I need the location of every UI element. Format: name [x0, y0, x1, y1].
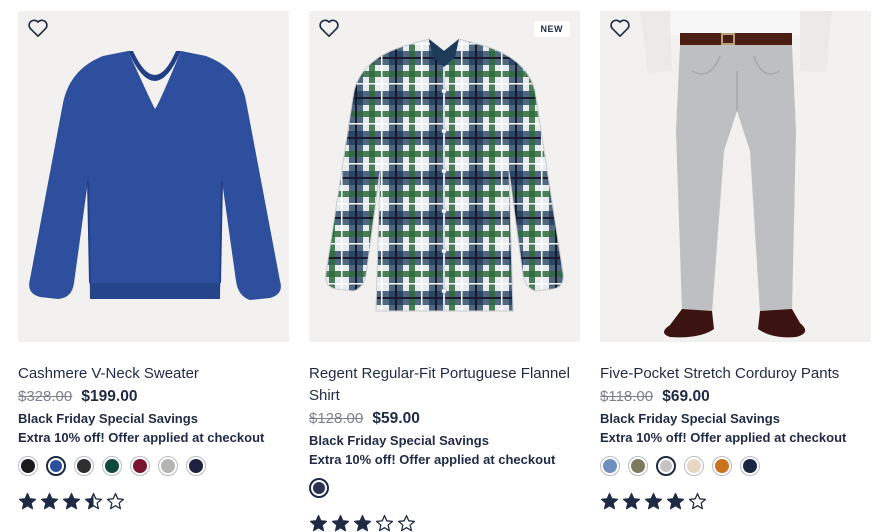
swatch-color — [743, 459, 757, 473]
swatch-color — [715, 459, 729, 473]
star-filled-icon — [331, 514, 350, 532]
color-swatches — [600, 456, 871, 476]
star-outline-icon — [397, 514, 416, 532]
sale-price: $69.00 — [662, 388, 710, 405]
color-swatch[interactable] — [600, 456, 620, 476]
color-swatch[interactable] — [46, 456, 66, 476]
sale-price: $59.00 — [372, 410, 420, 427]
star-outline-icon — [375, 514, 394, 532]
original-price: $118.00 — [600, 388, 654, 405]
star-filled-icon — [40, 492, 59, 510]
star-filled-icon — [353, 514, 372, 532]
star-filled-icon — [666, 492, 685, 510]
star-filled-icon — [600, 492, 619, 510]
color-swatch[interactable] — [628, 456, 648, 476]
color-swatch[interactable] — [684, 456, 704, 476]
swatch-color — [105, 459, 119, 473]
star-rating — [600, 492, 871, 511]
color-swatch[interactable] — [158, 456, 178, 476]
swatch-color — [687, 459, 701, 473]
star-filled-icon — [644, 492, 663, 510]
sweater-image — [18, 11, 289, 342]
price-row: $328.00 $199.00 — [18, 386, 289, 408]
original-price: $128.00 — [309, 410, 364, 427]
star-filled-icon — [18, 492, 37, 510]
product-card-cashmere-sweater[interactable]: Cashmere V-Neck Sweater $328.00 $199.00 … — [18, 11, 289, 511]
swatch-color — [313, 482, 325, 494]
product-card-flannel-shirt[interactable]: NEW Regent Regular-Fit Portuguese Flanne… — [309, 11, 580, 532]
star-rating — [309, 514, 580, 532]
price-row: $128.00 $59.00 — [309, 408, 580, 430]
star-rating — [18, 492, 289, 511]
color-swatch[interactable] — [656, 456, 676, 476]
product-name[interactable]: Five-Pocket Stretch Corduroy Pants — [600, 363, 871, 385]
heart-outline-icon[interactable] — [27, 18, 49, 38]
promo-title: Black Friday Special Savings — [18, 411, 198, 426]
swatch-color — [161, 459, 175, 473]
color-swatches — [309, 478, 580, 498]
star-filled-icon — [309, 514, 328, 532]
color-swatch[interactable] — [18, 456, 38, 476]
color-swatch[interactable] — [130, 456, 150, 476]
star-outline-icon — [106, 492, 125, 510]
color-swatch[interactable] — [740, 456, 760, 476]
star-outline-icon — [688, 492, 707, 510]
promo-text: Extra 10% off! Offer applied at checkout — [18, 430, 265, 445]
product-card-corduroy-pants[interactable]: Five-Pocket Stretch Corduroy Pants $118.… — [600, 11, 871, 511]
new-badge: NEW — [533, 21, 570, 37]
swatch-color — [77, 459, 91, 473]
swatch-color — [21, 459, 35, 473]
promo-title: Black Friday Special Savings — [309, 433, 489, 448]
product-name[interactable]: Cashmere V-Neck Sweater — [18, 363, 289, 385]
color-swatch[interactable] — [186, 456, 206, 476]
sale-price: $199.00 — [81, 388, 138, 405]
star-filled-icon — [62, 492, 81, 510]
promo-text: Extra 10% off! Offer applied at checkout — [600, 430, 847, 445]
product-image[interactable] — [18, 11, 289, 342]
heart-outline-icon[interactable] — [609, 18, 631, 38]
promo-text: Extra 10% off! Offer applied at checkout — [309, 452, 556, 467]
product-image[interactable]: NEW — [309, 11, 580, 342]
swatch-color — [603, 459, 617, 473]
promo-title: Black Friday Special Savings — [600, 411, 780, 426]
swatch-color — [50, 460, 62, 472]
shirt-image — [309, 11, 580, 342]
color-swatch[interactable] — [309, 478, 329, 498]
swatch-color — [631, 459, 645, 473]
star-filled-icon — [622, 492, 641, 510]
color-swatch[interactable] — [74, 456, 94, 476]
color-swatch[interactable] — [712, 456, 732, 476]
swatch-color — [660, 460, 672, 472]
product-name[interactable]: Regent Regular-Fit Portuguese Flannel Sh… — [309, 363, 580, 407]
color-swatches — [18, 456, 289, 476]
star-half-icon — [84, 492, 103, 510]
heart-outline-icon[interactable] — [318, 18, 340, 38]
swatch-color — [189, 459, 203, 473]
color-swatch[interactable] — [102, 456, 122, 476]
product-image[interactable] — [600, 11, 871, 342]
swatch-color — [133, 459, 147, 473]
pants-image — [600, 11, 871, 342]
original-price: $328.00 — [18, 388, 73, 405]
price-row: $118.00 $69.00 — [600, 386, 871, 408]
